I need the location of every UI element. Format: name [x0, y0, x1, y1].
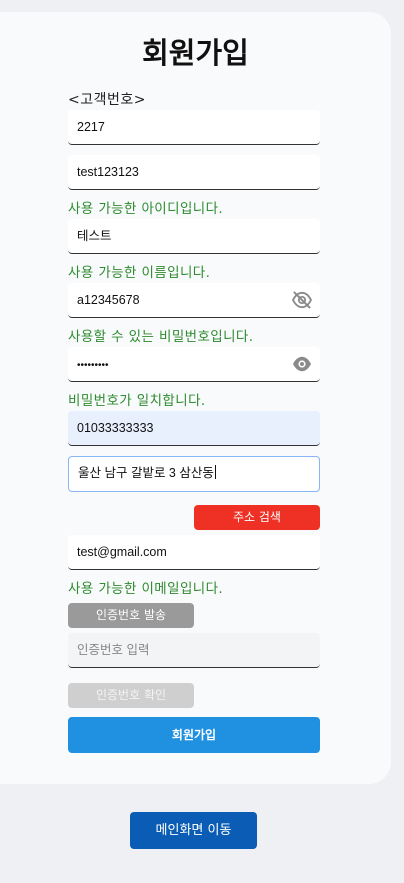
phone-field[interactable]: 01033333333 — [68, 411, 320, 446]
address-field[interactable]: 울산 남구 갈밭로 3 삼산동 — [68, 456, 320, 492]
password-confirm-status: 비밀번호가 일치합니다. — [68, 393, 206, 409]
password-field[interactable]: a12345678 — [68, 283, 320, 318]
page-title: 회원가입 — [142, 36, 249, 70]
customer-code-label: <고객번호> — [68, 92, 146, 108]
user-id-status: 사용 가능한 아이디입니다. — [68, 201, 224, 217]
go-main-button[interactable]: 메인화면 이동 — [130, 812, 257, 849]
address-search-button[interactable]: 주소 검색 — [194, 505, 320, 530]
customer-code-field[interactable]: 2217 — [68, 110, 320, 145]
email-status: 사용 가능한 이메일입니다. — [68, 581, 224, 597]
send-code-button[interactable]: 인증번호 발송 — [68, 603, 194, 628]
name-status: 사용 가능한 이름입니다. — [68, 265, 211, 281]
password-status: 사용할 수 있는 비밀번호입니다. — [68, 329, 254, 345]
verify-code-button[interactable]: 인증번호 확인 — [68, 683, 194, 708]
signup-submit-button[interactable]: 회원가입 — [68, 717, 320, 753]
password-confirm-value: ••••••••• — [77, 360, 109, 371]
name-field[interactable]: 테스트 — [68, 219, 320, 254]
email-field[interactable]: test@gmail.com — [68, 535, 320, 570]
eye-slash-icon[interactable] — [291, 291, 313, 309]
user-id-field[interactable]: test123123 — [68, 155, 320, 190]
eye-icon[interactable] — [291, 355, 313, 373]
text-caret — [214, 465, 216, 479]
address-value: 울산 남구 갈밭로 3 삼산동 — [78, 466, 214, 480]
verification-code-input[interactable]: 인증번호 입력 — [68, 633, 320, 668]
password-confirm-field[interactable]: ••••••••• — [68, 347, 320, 382]
password-value: a12345678 — [77, 293, 140, 307]
